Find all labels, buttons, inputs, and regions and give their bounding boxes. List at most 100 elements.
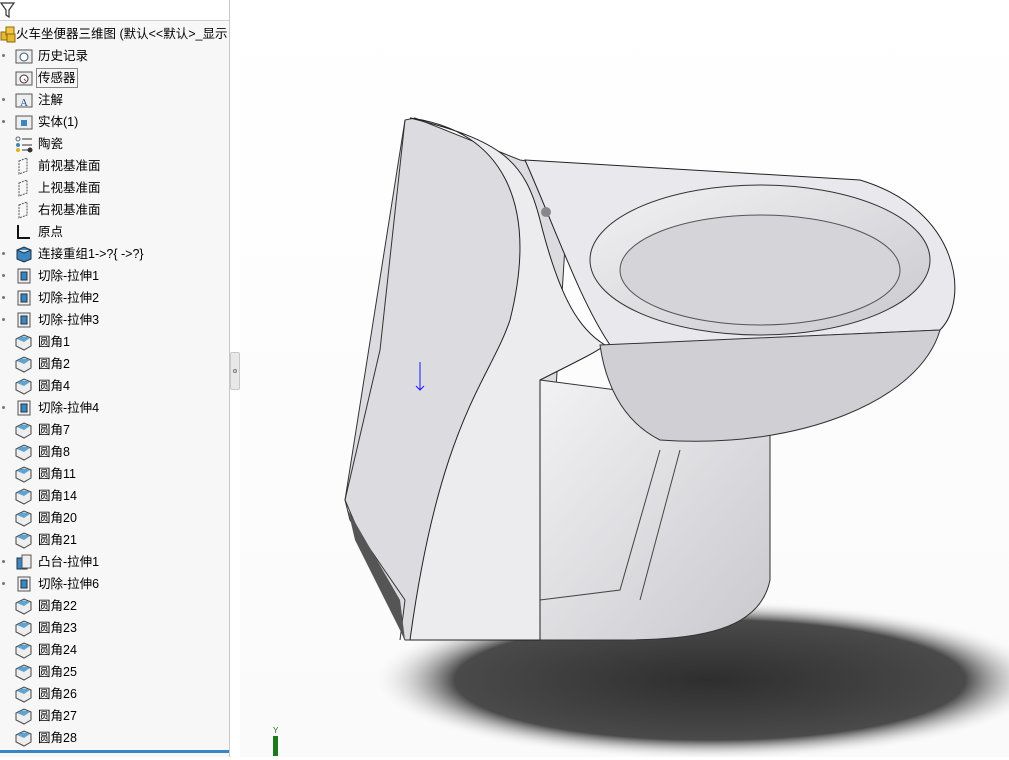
origin-icon: [17, 225, 30, 239]
cut-extrude-icon: [17, 268, 31, 284]
tree-item[interactable]: 圆角25: [0, 661, 229, 683]
expand-toggle[interactable]: [2, 560, 5, 563]
tree-item-label: 右视基准面: [38, 203, 101, 217]
tree-item-label: 圆角8: [38, 445, 70, 459]
tree-item-label: 切除-拉伸2: [38, 291, 100, 305]
tree-item[interactable]: 圆角23: [0, 617, 229, 639]
tree-item[interactable]: 圆角11: [0, 463, 229, 485]
graphics-viewport[interactable]: Y: [240, 0, 1009, 760]
tree-item-label: 圆角1: [38, 335, 70, 349]
tree-item-label: 切除-拉伸1: [38, 269, 100, 283]
tree-item[interactable]: 切除-拉伸3: [0, 309, 229, 331]
fillet-icon: [15, 488, 32, 505]
cut-extrude-icon: [17, 290, 31, 306]
tree-item[interactable]: 连接重组1->?{ ->?}: [0, 243, 229, 265]
fillet-icon: [15, 356, 32, 373]
toilet-3d-model[interactable]: [240, 0, 1009, 760]
tree-item-label: 陶瓷: [38, 137, 64, 151]
tree-item-label: 上视基准面: [38, 181, 101, 195]
tree-item[interactable]: 圆角27: [0, 705, 229, 727]
fillet-icon: [15, 708, 32, 725]
tree-item[interactable]: 原点: [0, 221, 229, 243]
tree-item[interactable]: 陶瓷: [0, 133, 229, 155]
tree-item[interactable]: 圆角14: [0, 485, 229, 507]
tree-item[interactable]: 切除-拉伸2: [0, 287, 229, 309]
panel-bottom-bar: [0, 750, 229, 753]
cut-extrude-icon: [17, 312, 31, 328]
fillet-icon: [15, 642, 32, 659]
tree-item[interactable]: 圆角26: [0, 683, 229, 705]
tree-item[interactable]: 圆角1: [0, 331, 229, 353]
tree-item[interactable]: 圆角21: [0, 529, 229, 551]
tree-item[interactable]: 圆角20: [0, 507, 229, 529]
tree-item-label: 火车坐便器三维图 (默认<<默认>_显示: [16, 27, 228, 41]
expand-toggle[interactable]: [2, 252, 5, 255]
tree-item-label: 历史记录: [38, 49, 89, 63]
tree-item[interactable]: 圆角4: [0, 375, 229, 397]
tree-item[interactable]: 火车坐便器三维图 (默认<<默认>_显示: [0, 23, 229, 45]
expand-toggle[interactable]: [2, 274, 5, 277]
tree-item-label: 圆角20: [38, 511, 77, 525]
fillet-icon: [15, 598, 32, 615]
expand-toggle[interactable]: [2, 296, 5, 299]
tree-item-label: 圆角27: [38, 709, 77, 723]
tree-item-label: 圆角14: [38, 489, 77, 503]
tree-item-label: 原点: [38, 225, 64, 239]
filter-bar[interactable]: [0, 0, 229, 21]
tree-item[interactable]: 圆角8: [0, 441, 229, 463]
expand-toggle[interactable]: [2, 406, 5, 409]
solid-body-folder-icon: [15, 115, 33, 130]
expand-toggle[interactable]: [2, 120, 5, 123]
expand-toggle[interactable]: [2, 318, 5, 321]
tree-item[interactable]: 圆角2: [0, 353, 229, 375]
filter-icon[interactable]: [0, 1, 16, 19]
tree-item-label: 圆角25: [38, 665, 77, 679]
expand-toggle[interactable]: [2, 98, 5, 101]
fillet-icon: [15, 466, 32, 483]
tree-item-label: 圆角4: [38, 379, 70, 393]
tree-item-label: 传感器: [36, 68, 78, 88]
tree-item-label: 前视基准面: [38, 159, 101, 173]
tree-item-label: 连接重组1->?{ ->?}: [38, 247, 144, 261]
tree-item-label: 注解: [38, 93, 64, 107]
tree-item[interactable]: 传感器: [0, 67, 229, 89]
tree-item[interactable]: 上视基准面: [0, 177, 229, 199]
cut-extrude-icon: [17, 576, 31, 592]
tree-item[interactable]: 切除-拉伸1: [0, 265, 229, 287]
tree-item[interactable]: 右视基准面: [0, 199, 229, 221]
cut-extrude-icon: [17, 400, 31, 416]
fillet-icon: [15, 444, 32, 461]
triad-y-label: Y: [273, 726, 279, 735]
tree-item-label: 圆角24: [38, 643, 77, 657]
tree-item-label: 凸台-拉伸1: [38, 555, 100, 569]
fillet-icon: [15, 620, 32, 637]
sensor-folder-icon: [15, 71, 33, 86]
expand-toggle[interactable]: [2, 54, 5, 57]
panel-splitter-handle[interactable]: [230, 352, 240, 390]
tree-item-label: 实体(1): [38, 115, 79, 129]
tree-item[interactable]: 实体(1): [0, 111, 229, 133]
tree-item-label: 切除-拉伸6: [38, 577, 100, 591]
tree-item[interactable]: 凸台-拉伸1: [0, 551, 229, 573]
fillet-icon: [15, 422, 32, 439]
svg-text:A: A: [20, 97, 28, 109]
fillet-icon: [15, 378, 32, 395]
tree-item[interactable]: 历史记录: [0, 45, 229, 67]
tree-item-label: 圆角28: [38, 731, 77, 745]
tree-item[interactable]: 切除-拉伸6: [0, 573, 229, 595]
tree-item[interactable]: 前视基准面: [0, 155, 229, 177]
tree-item[interactable]: 圆角7: [0, 419, 229, 441]
tree-item[interactable]: A 注解: [0, 89, 229, 111]
boss-extrude-icon: [16, 554, 32, 570]
tree-item[interactable]: 切除-拉伸4: [0, 397, 229, 419]
material-icon: [15, 136, 33, 153]
fillet-icon: [15, 510, 32, 527]
tree-item-label: 切除-拉伸4: [38, 401, 100, 415]
tree-item[interactable]: 圆角28: [0, 727, 229, 749]
plane-icon: [18, 179, 28, 197]
feature-manager-tree: 火车坐便器三维图 (默认<<默认>_显示历史记录传感器 A 注解实体(1) 陶瓷前视基…: [0, 0, 230, 757]
tree-item[interactable]: 圆角22: [0, 595, 229, 617]
tree-item[interactable]: 圆角24: [0, 639, 229, 661]
fillet-icon: [15, 532, 32, 549]
expand-toggle[interactable]: [2, 582, 5, 585]
